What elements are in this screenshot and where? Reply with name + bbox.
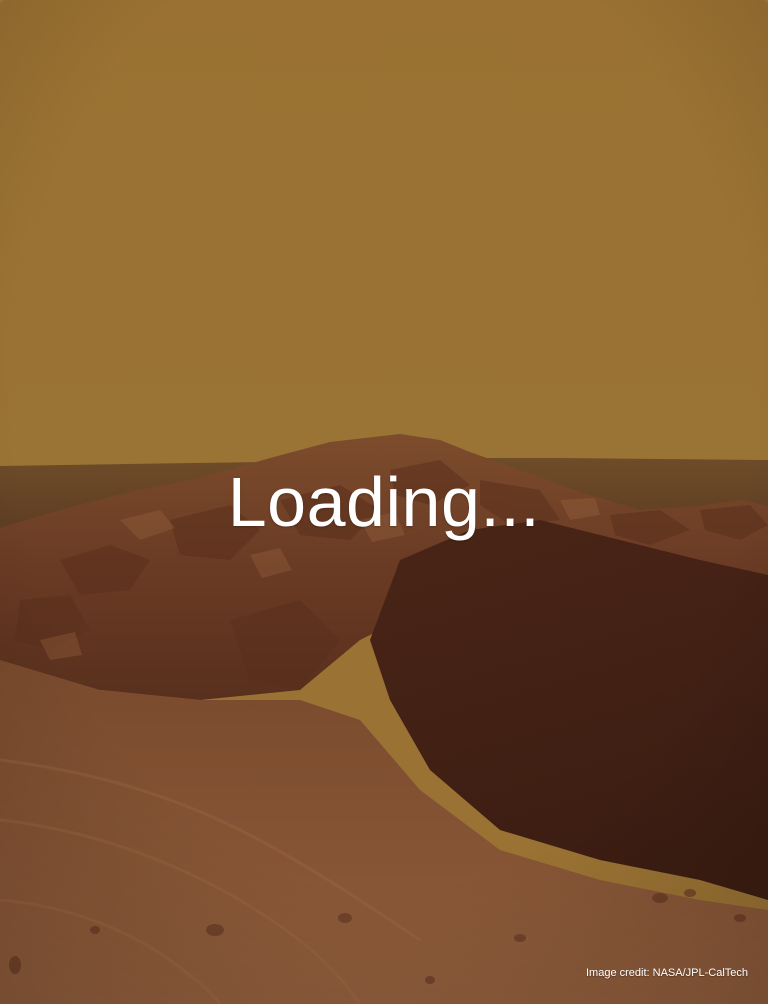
loading-label: Loading... xyxy=(227,463,541,541)
image-credit-label: Image credit: NASA/JPL-CalTech xyxy=(585,967,748,979)
splash-screen: Loading... Image credit: NASA/JPL-CalTec… xyxy=(0,0,768,1004)
